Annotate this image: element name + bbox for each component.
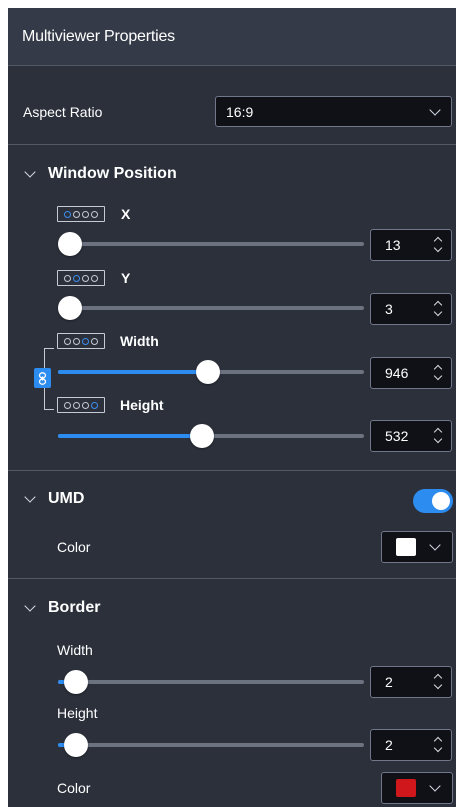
panel-title: Multiviewer Properties [22,27,175,45]
height-label: Height [120,397,164,413]
x-label: X [121,206,131,222]
border-color-swatch [396,779,416,797]
stepper-icon[interactable] [433,735,443,755]
border-height-label: Height [57,705,98,721]
divider [8,144,456,145]
border-color-picker[interactable] [381,772,453,804]
position-x-icon [57,206,105,222]
chevron-down-icon [24,600,36,612]
chevron-down-icon [24,491,36,503]
width-slider-thumb[interactable] [195,360,220,384]
stepper-icon[interactable] [433,672,443,692]
width-label: Width [120,333,159,349]
x-value: 13 [385,237,401,253]
y-slider-track[interactable] [58,306,364,310]
width-value: 946 [385,365,409,381]
aspect-ratio-label: Aspect Ratio [23,104,103,120]
border-width-slider-thumb[interactable] [64,670,89,694]
border-width-number-input[interactable]: 2 [370,666,452,698]
divider [8,65,456,66]
window-position-section-header[interactable]: Window Position [23,165,177,183]
height-number-input[interactable]: 532 [370,420,452,452]
stepper-icon[interactable] [433,426,443,446]
umd-color-swatch [396,538,416,556]
size-width-icon [57,333,105,349]
width-number-input[interactable]: 946 [370,357,452,389]
umd-toggle[interactable] [413,489,453,513]
toggle-knob [432,492,450,510]
height-value: 532 [385,428,409,444]
y-slider-thumb[interactable] [58,296,82,320]
umd-color-label: Color [57,539,91,555]
multiviewer-properties-panel: Multiviewer Properties Aspect Ratio 16:9… [8,8,456,807]
aspect-ratio-value: 16:9 [226,103,254,120]
x-slider-track[interactable] [58,242,364,246]
width-slider-fill [58,370,208,374]
panel-header: Multiviewer Properties [8,8,456,65]
height-slider-fill [58,434,202,438]
y-label: Y [121,270,131,286]
aspect-ratio-select[interactable]: 16:9 [215,96,452,127]
border-width-value: 2 [385,674,393,690]
divider [8,578,456,579]
umd-section-header[interactable]: UMD [23,490,84,508]
umd-color-picker[interactable] [381,531,453,563]
size-height-icon [57,397,105,413]
x-slider-thumb[interactable] [58,232,82,256]
chevron-down-icon [429,780,441,792]
chevron-down-icon [24,166,36,178]
chevron-down-icon [429,104,441,116]
umd-title: UMD [48,490,85,507]
stepper-icon[interactable] [433,299,443,319]
x-number-input[interactable]: 13 [370,229,452,261]
window-position-title: Window Position [48,165,177,182]
link-icon [38,371,47,385]
chevron-down-icon [429,539,441,551]
stepper-icon[interactable] [433,235,443,255]
border-color-label: Color [57,780,91,796]
height-slider-thumb[interactable] [189,424,214,448]
border-height-number-input[interactable]: 2 [370,729,452,761]
border-height-slider-track[interactable] [58,743,364,747]
y-value: 3 [385,301,393,317]
y-number-input[interactable]: 3 [370,293,452,325]
stepper-icon[interactable] [433,363,443,383]
border-height-slider-thumb[interactable] [64,733,89,757]
border-section-header[interactable]: Border [23,599,100,617]
border-title: Border [48,599,101,616]
aspect-lock-button[interactable] [34,368,51,388]
divider [8,470,456,471]
border-width-slider-track[interactable] [58,680,364,684]
border-height-value: 2 [385,737,393,753]
border-width-label: Width [57,642,93,658]
position-y-icon [57,270,105,286]
